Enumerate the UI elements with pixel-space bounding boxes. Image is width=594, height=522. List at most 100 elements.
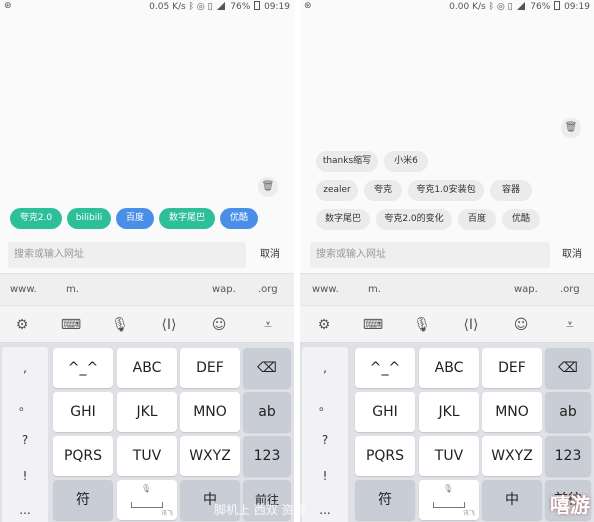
backspace-key[interactable]: ⌫ <box>545 348 591 388</box>
history-chip[interactable]: 小米6 <box>384 151 428 172</box>
key-def[interactable]: DEF <box>482 348 542 388</box>
symbol-key[interactable]: ... <box>302 503 348 517</box>
keyboard-icon[interactable]: ⌨ <box>60 315 82 335</box>
cursor-move-icon[interactable]: ⟨I⟩ <box>460 315 482 335</box>
symbol-column[interactable]: , 。 ? ! ... <box>2 347 48 522</box>
key-tuv[interactable]: TUV <box>117 436 177 476</box>
search-input[interactable]: 搜索或输入网址 <box>310 242 550 268</box>
emoji-icon[interactable]: ☺ <box>510 315 532 335</box>
brand-logo: 嘻游 <box>550 493 590 517</box>
keyboard-icon[interactable]: ⌨ <box>362 315 384 335</box>
history-chip[interactable]: 优酷 <box>220 208 258 229</box>
key-mno[interactable]: MNO <box>482 392 542 432</box>
cursor-move-icon[interactable]: ⟨I⟩ <box>158 315 180 335</box>
symbol-key[interactable]: ? <box>302 433 348 447</box>
hide-keyboard-icon[interactable]: ⩡ <box>559 315 581 335</box>
history-chip[interactable]: bilibili <box>67 208 111 229</box>
key-numbers[interactable]: 123 <box>545 436 591 476</box>
alarm-icon: ◎ <box>196 2 205 12</box>
symbol-key[interactable]: ! <box>302 469 348 483</box>
history-chip[interactable]: 夸克2.0 <box>10 208 62 229</box>
backspace-icon: ⌫ <box>558 360 578 376</box>
key-mno[interactable]: MNO <box>180 392 240 432</box>
history-chip[interactable]: 容器 <box>490 180 532 201</box>
key-pqrs[interactable]: PQRS <box>53 436 113 476</box>
history-chip[interactable]: 夸克2.0的变化 <box>376 209 452 230</box>
cancel-button[interactable]: 取消 <box>260 242 280 268</box>
url-shortcut-bar: www. m. wap. .org <box>300 273 594 305</box>
url-shortcut-m[interactable]: m. <box>66 284 79 295</box>
symbol-key[interactable]: , <box>2 361 48 375</box>
space-key[interactable]: 🎙 讯飞 <box>419 480 479 520</box>
key-symbols[interactable]: 符 <box>355 480 415 520</box>
hide-keyboard-icon[interactable]: ⩡ <box>257 315 279 335</box>
symbol-key[interactable]: 。 <box>2 397 48 414</box>
history-chip[interactable]: 数字尾巴 <box>316 209 370 230</box>
space-key[interactable]: 🎙 讯飞 <box>117 480 177 520</box>
delete-history-icon[interactable]: 🗑 <box>258 177 278 197</box>
url-shortcut-bar: www. m. wap. .org <box>0 273 294 305</box>
symbol-key[interactable]: ... <box>2 503 48 517</box>
clock: 09:19 <box>264 2 290 12</box>
key-abc[interactable]: ABC <box>419 348 479 388</box>
battery-icon <box>254 1 261 10</box>
url-shortcut-www[interactable]: www. <box>312 284 339 295</box>
key-wxyz[interactable]: WXYZ <box>180 436 240 476</box>
url-shortcut-org[interactable]: .org <box>258 284 278 295</box>
symbol-key[interactable]: , <box>302 361 348 375</box>
symbol-key[interactable]: ! <box>2 469 48 483</box>
key-emoticon[interactable]: ^_^ <box>355 348 415 388</box>
gear-icon[interactable]: ⚙ <box>11 315 33 335</box>
delete-history-icon[interactable]: 🗑 <box>561 118 581 138</box>
search-input[interactable]: 搜索或输入网址 <box>8 242 246 268</box>
signal-icon <box>517 2 526 10</box>
url-shortcut-www[interactable]: www. <box>10 284 37 295</box>
space-sub-label: 讯飞 <box>462 510 475 517</box>
history-chip[interactable]: thanks缩写 <box>316 151 378 172</box>
url-shortcut-m[interactable]: m. <box>368 284 381 295</box>
url-shortcut-org[interactable]: .org <box>560 284 580 295</box>
history-chip[interactable]: 数字尾巴 <box>159 208 215 229</box>
right-screen: ⊛ 0.00 K/s ᛒ ◎ ▯ 76% 09:19 🗑 thanks缩写 小米… <box>300 0 594 522</box>
url-shortcut-wap[interactable]: wap. <box>212 284 236 295</box>
alarm-icon: ◎ <box>496 2 505 12</box>
mic-icon[interactable]: 🎙 <box>109 315 131 335</box>
emoji-icon[interactable]: ☺ <box>208 315 230 335</box>
history-chip[interactable]: 夸克1.0安装包 <box>408 180 484 201</box>
backspace-key[interactable]: ⌫ <box>243 348 291 388</box>
status-bar: ⊛ 0.00 K/s ᛒ ◎ ▯ 76% 09:19 <box>300 0 594 14</box>
history-chip[interactable]: 百度 <box>116 208 154 229</box>
history-chip[interactable]: 优酷 <box>502 209 540 230</box>
key-emoticon[interactable]: ^_^ <box>53 348 113 388</box>
cancel-button[interactable]: 取消 <box>562 242 582 268</box>
url-shortcut-wap[interactable]: wap. <box>514 284 538 295</box>
mic-icon[interactable]: 🎙 <box>411 315 433 335</box>
battery-percent: 76% <box>230 2 251 12</box>
key-jkl[interactable]: JKL <box>117 392 177 432</box>
key-jkl[interactable]: JKL <box>419 392 479 432</box>
key-ghi[interactable]: GHI <box>53 392 113 432</box>
key-lowercase[interactable]: ab <box>545 392 591 432</box>
key-pqrs[interactable]: PQRS <box>355 436 415 476</box>
space-mic-icon: 🎙 <box>141 484 152 493</box>
history-chip[interactable]: 夸克 <box>364 180 402 201</box>
ime-toolbar: ⚙ ⌨ 🎙 ⟨I⟩ ☺ ⩡ <box>300 305 594 343</box>
signal-icon <box>217 2 226 10</box>
history-chip[interactable]: 百度 <box>458 209 496 230</box>
symbol-column[interactable]: , 。 ? ! ... <box>302 347 348 522</box>
key-def[interactable]: DEF <box>180 348 240 388</box>
keyboard: , 。 ? ! ... ^_^ ABC DEF ⌫ GHI JKL MNO ab… <box>0 343 294 522</box>
key-lowercase[interactable]: ab <box>243 392 291 432</box>
space-mic-icon: 🎙 <box>443 484 454 493</box>
key-tuv[interactable]: TUV <box>419 436 479 476</box>
symbol-key[interactable]: 。 <box>302 397 348 414</box>
gear-icon[interactable]: ⚙ <box>313 315 335 335</box>
key-chinese[interactable]: 中 <box>482 480 542 520</box>
symbol-key[interactable]: ? <box>2 433 48 447</box>
history-chip[interactable]: zealer <box>316 180 358 201</box>
key-numbers[interactable]: 123 <box>243 436 291 476</box>
key-abc[interactable]: ABC <box>117 348 177 388</box>
key-ghi[interactable]: GHI <box>355 392 415 432</box>
key-wxyz[interactable]: WXYZ <box>482 436 542 476</box>
key-symbols[interactable]: 符 <box>53 480 113 520</box>
